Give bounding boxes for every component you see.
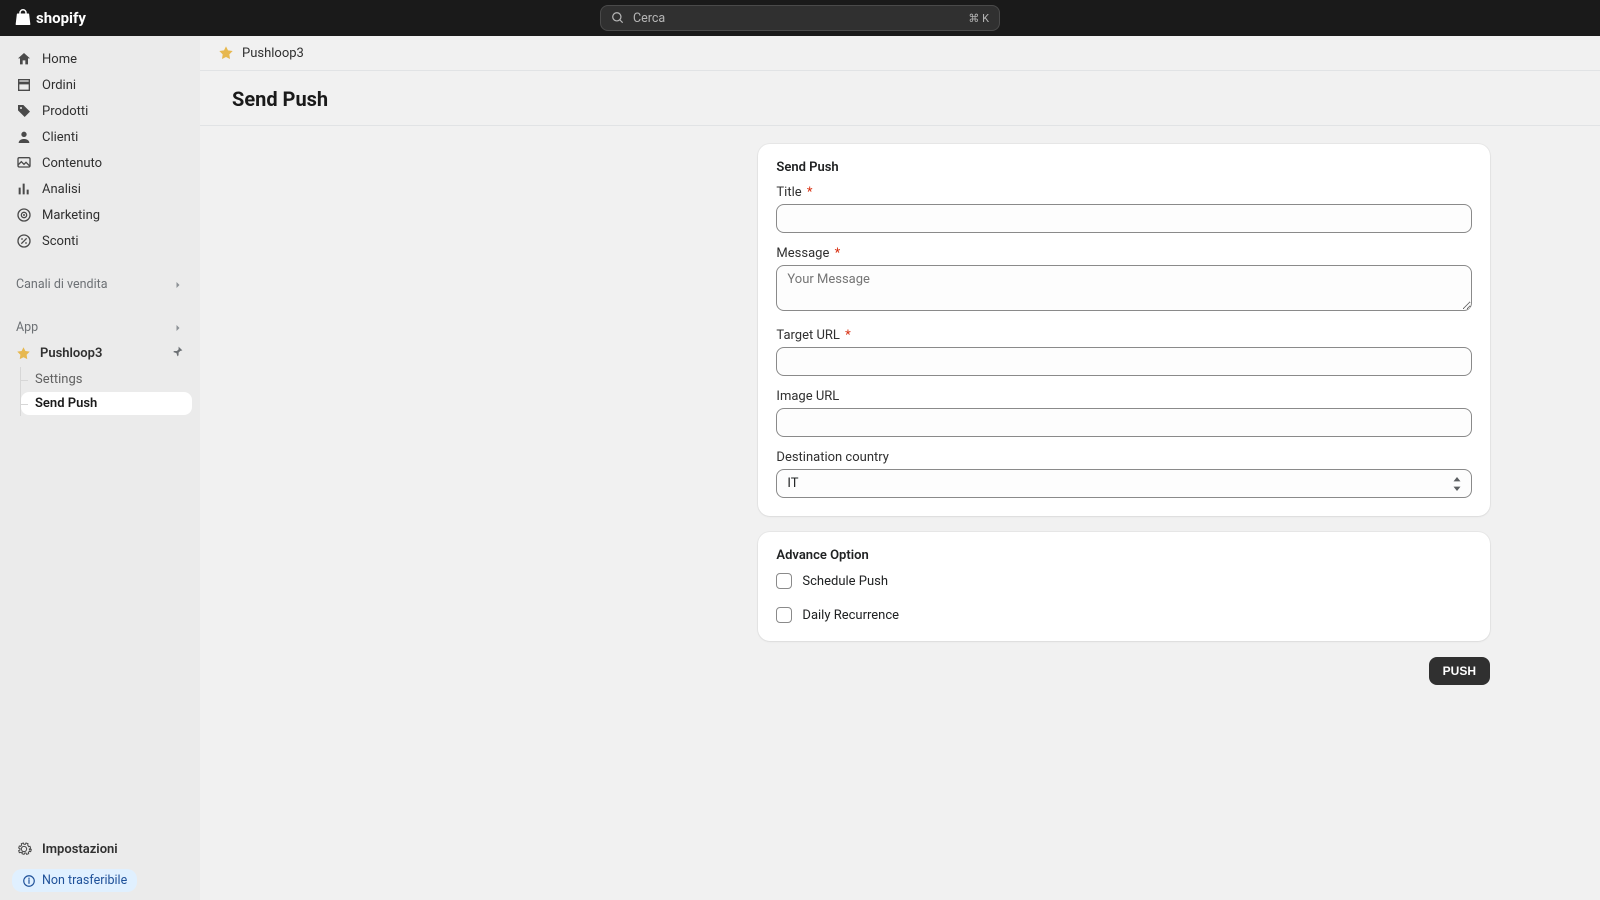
sidebar-item-settings[interactable]: Impostazioni [8, 835, 192, 863]
checkbox-label: Schedule Push [802, 574, 888, 589]
content-icon [16, 155, 32, 171]
sidebar-item-label: Analisi [42, 182, 81, 197]
discounts-icon [16, 233, 32, 249]
field-label: Image URL [776, 389, 1472, 404]
label-text: Title [776, 185, 801, 200]
search-wrap: Cerca ⌘ K [600, 5, 1000, 31]
home-icon [16, 51, 32, 67]
field-destination-country: Destination country IT [776, 450, 1472, 498]
field-target-url: Target URL * [776, 328, 1472, 376]
sidebar-item-analytics[interactable]: Analisi [8, 176, 192, 202]
field-label: Title * [776, 185, 1472, 200]
field-label: Destination country [776, 450, 1472, 465]
non-transferable-pill[interactable]: Non trasferibile [12, 869, 137, 892]
push-button[interactable]: PUSH [1429, 657, 1490, 685]
option-daily-recurrence: Daily Recurrence [776, 607, 1472, 623]
sidebar: Home Ordini Prodotti Clienti Contenuto A… [0, 36, 200, 900]
field-message: Message * [776, 246, 1472, 315]
label-text: Message [776, 246, 829, 261]
info-icon [22, 874, 36, 888]
card-title: Advance Option [776, 548, 1472, 563]
field-label: Message * [776, 246, 1472, 261]
pin-icon [171, 345, 184, 358]
search-shortcut: ⌘ K [968, 12, 989, 25]
target-url-input[interactable] [776, 347, 1472, 376]
country-select[interactable]: IT [776, 469, 1472, 498]
orders-icon [16, 77, 32, 93]
brand-name: shopify [36, 9, 86, 27]
page-body: Send Push Title * Message * [200, 126, 1600, 725]
field-title: Title * [776, 185, 1472, 233]
sidebar-item-label: Contenuto [42, 156, 102, 171]
shopify-bag-icon [14, 9, 32, 27]
settings-label: Impostazioni [42, 842, 118, 857]
sidebar-item-products[interactable]: Prodotti [8, 98, 192, 124]
section-label: App [16, 320, 38, 335]
analytics-icon [16, 181, 32, 197]
sidebar-item-orders[interactable]: Ordini [8, 72, 192, 98]
app-subnav: Settings Send Push [20, 367, 192, 416]
form-actions: PUSH [758, 657, 1490, 685]
app-icon [218, 45, 234, 61]
subnav-item-send-push[interactable]: Send Push [21, 392, 192, 415]
sidebar-item-label: Sconti [42, 234, 79, 249]
breadcrumb-app[interactable]: Pushloop3 [242, 46, 304, 61]
marketing-icon [16, 207, 32, 223]
gear-icon [16, 841, 32, 857]
search-placeholder: Cerca [633, 11, 968, 26]
primary-nav: Home Ordini Prodotti Clienti Contenuto A… [8, 46, 192, 254]
section-label: Canali di vendita [16, 277, 108, 292]
sidebar-item-customers[interactable]: Clienti [8, 124, 192, 150]
subnav-label: Settings [35, 372, 82, 387]
label-text: Destination country [776, 450, 889, 465]
sidebar-item-label: Clienti [42, 130, 78, 145]
brand-logo[interactable]: shopify [14, 9, 86, 27]
subnav-label: Send Push [35, 396, 97, 411]
sidebar-item-home[interactable]: Home [8, 46, 192, 72]
breadcrumb: Pushloop3 [200, 36, 1600, 71]
sidebar-item-label: Prodotti [42, 104, 88, 119]
sidebar-footer: Impostazioni Non trasferibile [8, 829, 192, 900]
top-bar: shopify Cerca ⌘ K [0, 0, 1600, 36]
pill-label: Non trasferibile [42, 873, 127, 888]
sidebar-item-discounts[interactable]: Sconti [8, 228, 192, 254]
sidebar-app-pushloop[interactable]: Pushloop3 [8, 340, 192, 367]
subnav-item-settings[interactable]: Settings [21, 368, 192, 391]
sidebar-item-label: Marketing [42, 208, 100, 223]
required-marker: * [845, 328, 851, 343]
products-icon [16, 103, 32, 119]
sidebar-item-marketing[interactable]: Marketing [8, 202, 192, 228]
chevron-right-icon [172, 279, 184, 291]
field-image-url: Image URL [776, 389, 1472, 437]
pin-button[interactable] [171, 345, 184, 362]
sidebar-item-label: Home [42, 52, 77, 67]
image-url-input[interactable] [776, 408, 1472, 437]
chevron-right-icon [172, 322, 184, 334]
app-name: Pushloop3 [40, 346, 102, 361]
card-send-push: Send Push Title * Message * [758, 144, 1490, 516]
schedule-push-checkbox[interactable] [776, 573, 792, 589]
card-title: Send Push [776, 160, 1472, 175]
global-search[interactable]: Cerca ⌘ K [600, 5, 1000, 31]
title-input[interactable] [776, 204, 1472, 233]
sidebar-item-content[interactable]: Contenuto [8, 150, 192, 176]
message-textarea[interactable] [776, 265, 1472, 311]
sidebar-section-sales-channels[interactable]: Canali di vendita [8, 272, 192, 297]
sidebar-section-apps[interactable]: App [8, 315, 192, 340]
app-icon [16, 346, 31, 361]
customers-icon [16, 129, 32, 145]
required-marker: * [835, 246, 841, 261]
required-marker: * [807, 185, 813, 200]
field-label: Target URL * [776, 328, 1472, 343]
sidebar-item-label: Ordini [42, 78, 76, 93]
card-advance-option: Advance Option Schedule Push Daily Recur… [758, 532, 1490, 641]
option-schedule-push: Schedule Push [776, 573, 1472, 589]
daily-recurrence-checkbox[interactable] [776, 607, 792, 623]
main-content: Pushloop3 Send Push Send Push Title * [200, 36, 1600, 900]
label-text: Target URL [776, 328, 840, 343]
page-title: Send Push [200, 71, 1600, 126]
label-text: Image URL [776, 389, 839, 404]
search-icon [611, 11, 625, 25]
checkbox-label: Daily Recurrence [802, 608, 899, 623]
